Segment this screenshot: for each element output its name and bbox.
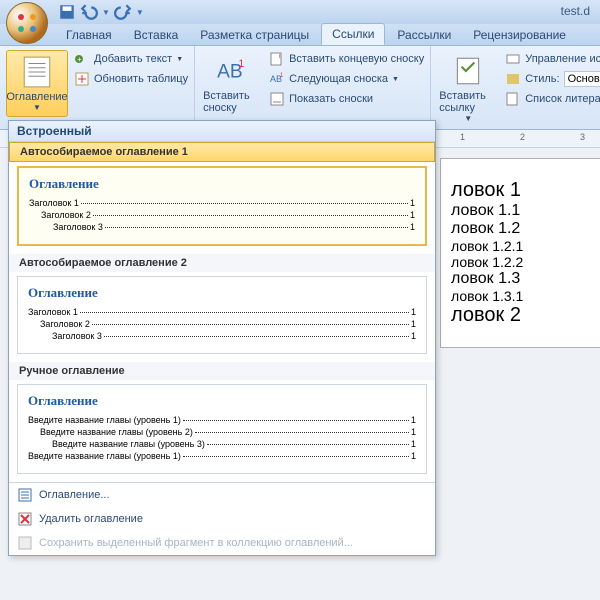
style-input[interactable] [564, 71, 600, 87]
gallery-section-title[interactable]: Автособираемое оглавление 1 [9, 142, 435, 162]
insert-link-label: Вставить ссылку [439, 90, 497, 114]
page[interactable]: ловок 1ловок 1.1ловок 1.2ловок 1.2.1лово… [440, 158, 600, 348]
save-selection-icon [17, 535, 33, 551]
svg-text:+: + [77, 55, 82, 64]
citation-icon [451, 54, 485, 88]
ruler-number: 2 [520, 132, 525, 142]
preview-title: Оглавление [28, 393, 416, 409]
preview-title: Оглавление [29, 176, 415, 192]
next-footnote-button[interactable]: AB1Следующая сноска▼ [269, 70, 424, 88]
svg-text:1: 1 [280, 73, 284, 79]
show-notes-button[interactable]: Показать сноски [269, 90, 424, 108]
heading[interactable]: ловок 1.2.2 [451, 254, 600, 270]
dropdown-header: Встроенный [9, 121, 435, 142]
titlebar: ▼ ▼ test.d [0, 0, 600, 24]
dropdown-footer: Оглавление... Удалить оглавление Сохрани… [9, 482, 435, 555]
toc-icon [20, 55, 54, 89]
toc-button[interactable]: Оглавление ▼ [6, 50, 68, 117]
insert-footnote-label: Вставить сноску [203, 90, 261, 114]
insert-link-button[interactable]: Вставить ссылку ▼ [437, 50, 499, 127]
add-text-button[interactable]: + Добавить текст ▼ [74, 50, 188, 68]
remove-toc-item[interactable]: Удалить оглавление [9, 507, 435, 531]
toc-line: Введите название главы (уровень 2)1 [28, 427, 416, 437]
style-selector[interactable]: Стиль: [505, 70, 600, 88]
heading[interactable]: ловок 1 [451, 179, 600, 202]
gallery-preview[interactable]: Оглавление Заголовок 11 Заголовок 21 Заголо… [17, 166, 427, 246]
toc-dialog-icon [17, 487, 33, 503]
next-footnote-label: Следующая сноска [289, 73, 388, 85]
undo-icon[interactable] [80, 3, 98, 21]
tab-3[interactable]: Ссылки [321, 23, 385, 45]
insert-toc-label: Оглавление... [39, 489, 110, 501]
remove-toc-label: Удалить оглавление [39, 513, 143, 525]
toc-line: Заголовок 21 [28, 319, 416, 329]
heading[interactable]: ловок 1.2.1 [451, 238, 600, 254]
preview-title: Оглавление [28, 285, 416, 301]
group-footnotes: AB1 Вставить сноску iВставить концевую с… [195, 46, 431, 129]
toc-line: Введите название главы (уровень 1)1 [28, 415, 416, 425]
manage-sources-label: Управление ис [525, 53, 600, 65]
heading[interactable]: ловок 1.2 [451, 220, 600, 238]
ribbon: Оглавление ▼ + Добавить текст ▼ Обновить т… [0, 46, 600, 130]
chevron-down-icon: ▼ [176, 56, 183, 63]
insert-footnote-button[interactable]: AB1 Вставить сноску [201, 50, 263, 118]
save-selection-label: Сохранить выделенный фрагмент в коллекци… [39, 537, 353, 549]
toc-line: Заголовок 31 [29, 222, 415, 232]
ribbon-tabs: ГлавнаяВставкаРазметка страницыСсылкиРас… [0, 24, 600, 46]
toc-gallery-dropdown: Встроенный Автособираемое оглавление 1 Ог… [8, 120, 436, 556]
gallery-preview[interactable]: Оглавление Заголовок 11 Заголовок 21 Заголо… [17, 276, 427, 354]
toc-line: Заголовок 11 [29, 198, 415, 208]
qat-customize-icon[interactable]: ▼ [136, 8, 144, 17]
gallery-section-title[interactable]: Автособираемое оглавление 2 [9, 254, 435, 272]
toc-line: Заголовок 11 [28, 307, 416, 317]
remove-toc-icon [17, 511, 33, 527]
group-citations: Вставить ссылку ▼ Управление ис Стиль: С… [431, 46, 600, 129]
save-selection-item: Сохранить выделенный фрагмент в коллекци… [9, 531, 435, 555]
ruler-number: 1 [460, 132, 465, 142]
ruler-number: 3 [580, 132, 585, 142]
toc-line: Заголовок 21 [29, 210, 415, 220]
tab-1[interactable]: Вставка [124, 25, 189, 45]
toc-button-label: Оглавление [6, 91, 67, 103]
toc-line: Заголовок 31 [28, 331, 416, 341]
toc-line: Введите название главы (уровень 1)1 [28, 451, 416, 461]
chevron-down-icon: ▼ [33, 103, 41, 112]
heading[interactable]: ловок 2 [451, 304, 600, 327]
heading[interactable]: ловок 1.3.1 [451, 288, 600, 304]
tab-5[interactable]: Рецензирование [463, 25, 576, 45]
insert-endnote-label: Вставить концевую сноску [289, 53, 424, 65]
style-label: Стиль: [525, 73, 559, 85]
manage-sources-button[interactable]: Управление ис [505, 50, 600, 68]
save-icon[interactable] [58, 3, 76, 21]
quick-access-toolbar: ▼ ▼ [58, 3, 144, 21]
gallery-section-title[interactable]: Ручное оглавление [9, 362, 435, 380]
show-notes-label: Показать сноски [289, 93, 373, 105]
chevron-down-icon: ▼ [464, 114, 472, 123]
gallery-preview[interactable]: Оглавление Введите название главы (уровен… [17, 384, 427, 474]
window-title: test.d [561, 4, 590, 18]
add-text-label: Добавить текст [94, 53, 172, 65]
tab-4[interactable]: Рассылки [387, 25, 461, 45]
tab-0[interactable]: Главная [56, 25, 122, 45]
bibliography-button[interactable]: Список литера [505, 90, 600, 108]
chevron-down-icon: ▼ [392, 76, 399, 83]
group-toc: Оглавление ▼ + Добавить текст ▼ Обновить т… [0, 46, 195, 129]
qat-dropdown-icon[interactable]: ▼ [102, 8, 110, 17]
footnote-icon: AB1 [215, 54, 249, 88]
svg-text:1: 1 [238, 58, 244, 70]
heading[interactable]: ловок 1.3 [451, 270, 600, 288]
insert-endnote-button[interactable]: iВставить концевую сноску [269, 50, 424, 68]
redo-icon[interactable] [114, 3, 132, 21]
office-button[interactable] [6, 2, 48, 44]
bibliography-label: Список литера [525, 93, 600, 105]
heading[interactable]: ловок 1.1 [451, 202, 600, 220]
update-table-button[interactable]: Обновить таблицу [74, 70, 188, 88]
tab-2[interactable]: Разметка страницы [190, 25, 319, 45]
update-table-label: Обновить таблицу [94, 73, 188, 85]
toc-line: Введите название главы (уровень 3)1 [28, 439, 416, 449]
insert-toc-item[interactable]: Оглавление... [9, 483, 435, 507]
